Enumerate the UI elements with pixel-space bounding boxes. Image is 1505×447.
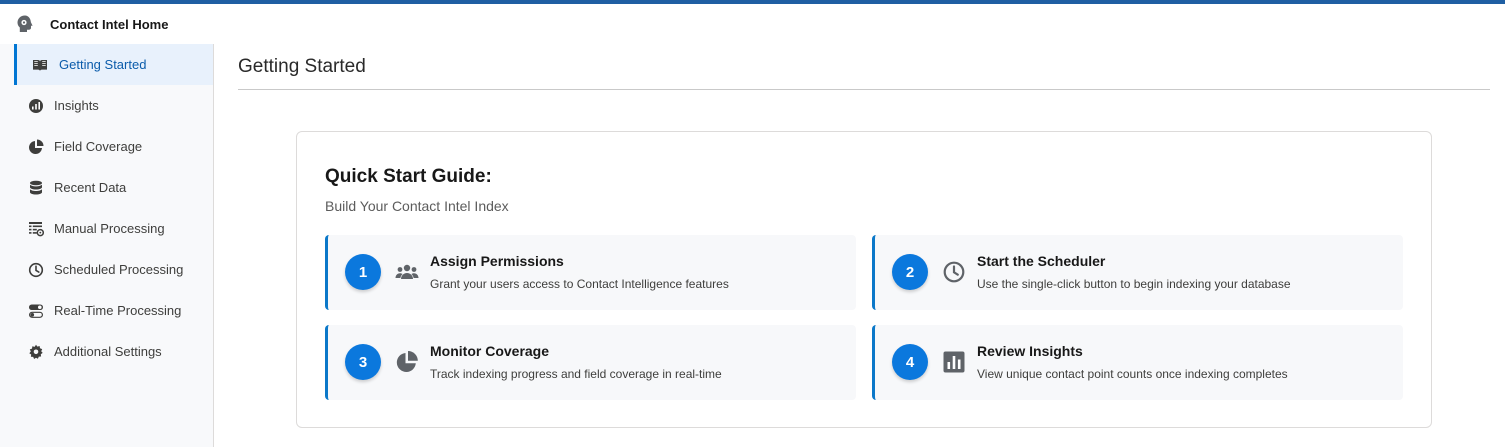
step-title: Review Insights <box>977 343 1083 359</box>
table-settings-icon <box>28 221 44 237</box>
pie-chart-icon <box>395 350 419 374</box>
step-title: Assign Permissions <box>430 253 564 269</box>
pie-chart-icon <box>28 139 44 155</box>
step-card-start-scheduler: 2 Start the Scheduler Use the single-cli… <box>872 235 1403 310</box>
toggle-icon <box>28 303 44 319</box>
step-title: Start the Scheduler <box>977 253 1106 269</box>
sidebar-item-label: Scheduled Processing <box>54 262 184 277</box>
sidebar-item-label: Getting Started <box>59 57 147 72</box>
title-divider <box>238 89 1490 90</box>
step-description: View unique contact point counts once in… <box>977 367 1288 381</box>
quick-start-card: Quick Start Guide: Build Your Contact In… <box>296 131 1432 428</box>
gear-icon <box>28 344 44 360</box>
step-description: Track indexing progress and field covera… <box>430 367 722 381</box>
app-header: Contact Intel Home <box>0 4 1505 44</box>
sidebar-item-label: Insights <box>54 98 99 113</box>
sidebar-item-recent-data[interactable]: Recent Data <box>14 167 213 208</box>
sidebar-item-label: Additional Settings <box>54 344 162 359</box>
step-card-monitor-coverage: 3 Monitor Coverage Track indexing progre… <box>325 325 856 400</box>
step-description: Use the single-click button to begin ind… <box>977 277 1291 291</box>
insights-icon <box>28 98 44 114</box>
clock-icon <box>942 260 966 284</box>
sidebar-item-label: Field Coverage <box>54 139 143 154</box>
step-card-review-insights: 4 Review Insights View unique contact po… <box>872 325 1403 400</box>
brain-gear-icon <box>14 13 36 35</box>
step-number-badge: 4 <box>892 344 928 380</box>
sidebar-nav: Getting Started Insights Field Coverage … <box>0 44 214 447</box>
database-icon <box>28 180 44 196</box>
sidebar-item-label: Recent Data <box>54 180 127 195</box>
app-title: Contact Intel Home <box>50 16 169 32</box>
bar-chart-icon <box>942 350 966 374</box>
step-card-assign-permissions: 1 Assign Permissions Grant your users ac… <box>325 235 856 310</box>
sidebar-item-label: Real-Time Processing <box>54 303 182 318</box>
clock-icon <box>28 262 44 278</box>
users-icon <box>395 260 419 284</box>
step-title: Monitor Coverage <box>430 343 550 359</box>
sidebar-item-field-coverage[interactable]: Field Coverage <box>14 126 213 167</box>
sidebar-item-label: Manual Processing <box>54 221 165 236</box>
sidebar-item-scheduled-processing[interactable]: Scheduled Processing <box>14 249 213 290</box>
sidebar-item-insights[interactable]: Insights <box>14 85 213 126</box>
page-title: Getting Started <box>238 56 366 77</box>
sidebar-item-additional-settings[interactable]: Additional Settings <box>14 331 213 372</box>
step-number-badge: 3 <box>345 344 381 380</box>
book-icon <box>32 57 48 73</box>
step-number-badge: 1 <box>345 254 381 290</box>
guide-heading: Quick Start Guide: <box>325 166 492 187</box>
sidebar-item-manual-processing[interactable]: Manual Processing <box>14 208 213 249</box>
sidebar-item-real-time-processing[interactable]: Real-Time Processing <box>14 290 213 331</box>
guide-subheading: Build Your Contact Intel Index <box>325 198 509 214</box>
sidebar-item-getting-started[interactable]: Getting Started <box>14 44 213 85</box>
step-number-badge: 2 <box>892 254 928 290</box>
step-description: Grant your users access to Contact Intel… <box>430 277 729 291</box>
